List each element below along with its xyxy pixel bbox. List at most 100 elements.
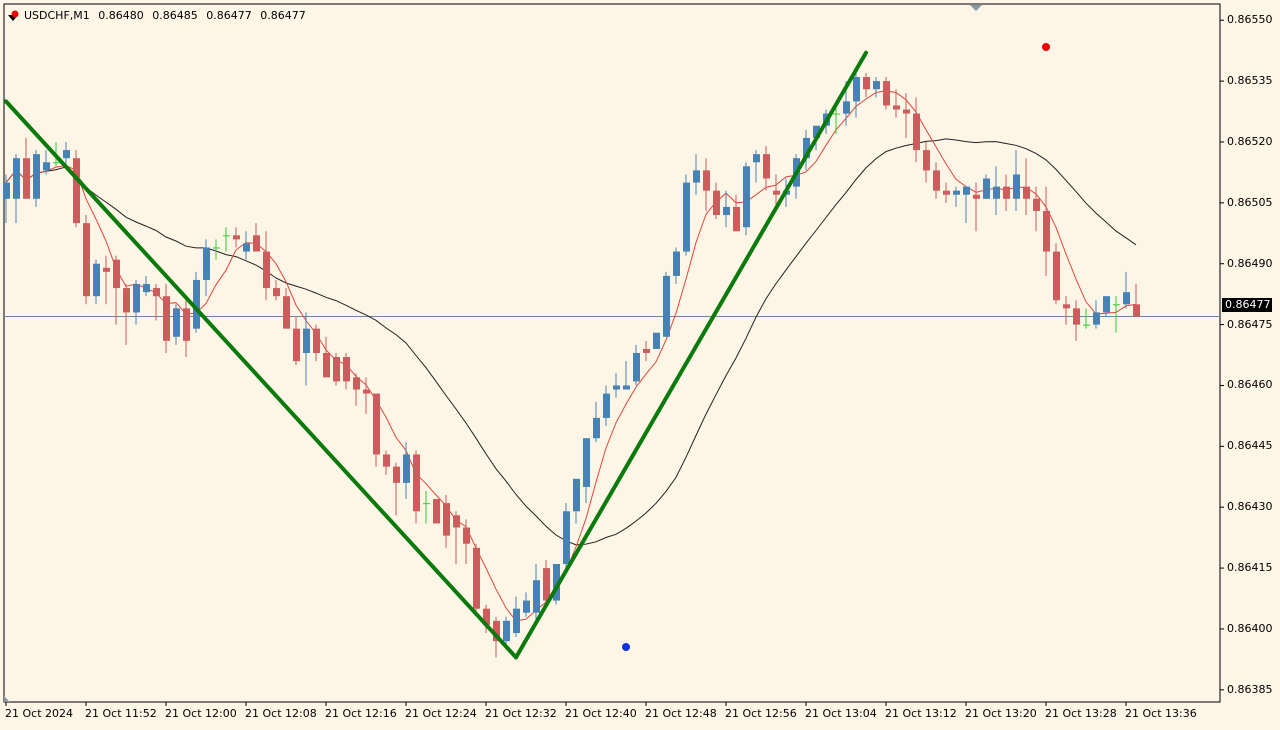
symbol-low: 0.86477 xyxy=(206,9,252,22)
candle-body xyxy=(343,357,350,382)
candle-body xyxy=(213,247,220,249)
candle-body xyxy=(1073,308,1080,325)
time-tick-label: 21 Oct 11:52 xyxy=(85,707,157,720)
time-tick-label: 21 Oct 12:24 xyxy=(405,707,477,720)
candle-body xyxy=(183,308,190,341)
candle-body xyxy=(763,154,770,179)
candle-body xyxy=(653,332,660,349)
candle-body xyxy=(673,251,680,276)
candle-body xyxy=(943,190,950,195)
candle-body xyxy=(123,288,130,313)
candle-body xyxy=(13,158,20,199)
candle-body xyxy=(563,511,570,565)
candle-body xyxy=(323,353,330,378)
candle-body xyxy=(153,288,160,297)
candle-body xyxy=(283,296,290,329)
candle-body xyxy=(253,235,260,252)
candle-body xyxy=(43,162,50,171)
candle-body xyxy=(723,206,730,216)
candle-body xyxy=(33,154,40,199)
record-dot-icon xyxy=(11,10,19,18)
candle-body xyxy=(83,223,90,297)
candle-body xyxy=(383,454,390,467)
candle-body xyxy=(163,296,170,341)
candle-body xyxy=(573,478,580,512)
candle-body xyxy=(683,182,690,252)
fast-moving-average-line xyxy=(5,90,1137,622)
scale-marker-icon xyxy=(4,696,10,702)
candle-body xyxy=(443,503,450,536)
price-tick-label: 0.86400 xyxy=(1227,621,1273,635)
price-tick-label: 0.86385 xyxy=(1227,682,1273,696)
candle-body xyxy=(1023,186,1030,199)
price-tick-label: 0.86445 xyxy=(1227,439,1273,453)
candle-body xyxy=(463,527,470,544)
candle-body xyxy=(373,393,380,455)
candle-body xyxy=(233,235,240,240)
time-tick-label: 21 Oct 12:32 xyxy=(485,707,557,720)
symbol-high: 0.86485 xyxy=(152,9,198,22)
candle-body xyxy=(93,263,100,297)
candle-body xyxy=(643,348,650,353)
symbol-open: 0.86480 xyxy=(98,9,144,22)
time-tick-label: 21 Oct 12:00 xyxy=(165,707,237,720)
candle-body xyxy=(883,81,890,106)
price-tick-label: 0.86460 xyxy=(1227,378,1273,392)
candle-body xyxy=(3,182,10,199)
candle-body xyxy=(913,113,920,151)
candle-body xyxy=(143,284,150,293)
zigzag-trendline xyxy=(4,99,518,660)
chart-canvas[interactable] xyxy=(0,0,1280,730)
candle-body xyxy=(973,194,980,199)
candle-body xyxy=(843,101,850,114)
chart-menu-icon[interactable] xyxy=(7,7,19,21)
candle-body xyxy=(363,389,370,394)
time-tick-label: 21 Oct 12:40 xyxy=(565,707,637,720)
candle-body xyxy=(1103,296,1110,313)
candle-body xyxy=(1113,304,1120,306)
price-tick-label: 0.86535 xyxy=(1227,74,1273,88)
candle-body xyxy=(453,515,460,528)
candle-body xyxy=(273,288,280,297)
time-tick-label: 21 Oct 13:36 xyxy=(1125,707,1197,720)
sell-signal-dot xyxy=(1042,43,1050,51)
candle-body xyxy=(833,113,840,115)
time-tick-label: 21 Oct 13:20 xyxy=(965,707,1037,720)
candle-body xyxy=(413,454,420,512)
candle-body xyxy=(693,170,700,183)
candle-body xyxy=(393,466,400,483)
candle-body xyxy=(983,178,990,199)
candle-body xyxy=(203,247,210,280)
candle-body xyxy=(23,158,30,199)
symbol-close: 0.86477 xyxy=(260,9,306,22)
price-tick-label: 0.86490 xyxy=(1227,256,1273,270)
time-tick-label: 21 Oct 2024 xyxy=(5,707,74,720)
current-price-label: 0.86477 xyxy=(1222,298,1272,312)
candle-body xyxy=(533,580,540,613)
candle-body xyxy=(1043,210,1050,252)
buy-signal-dot xyxy=(622,643,630,651)
candle-body xyxy=(603,393,610,418)
candle-body xyxy=(523,600,530,613)
candle-body xyxy=(593,417,600,439)
candle-body xyxy=(953,190,960,195)
time-tick-label: 21 Oct 13:04 xyxy=(805,707,877,720)
candle-body xyxy=(223,235,230,237)
candle-body xyxy=(63,150,70,159)
candle-body xyxy=(1133,304,1140,317)
chart-shift-marker-icon xyxy=(970,5,982,11)
candle-body xyxy=(53,162,60,164)
candle-body xyxy=(753,154,760,163)
candle-body xyxy=(663,275,670,337)
candle-body xyxy=(173,308,180,337)
candle-body xyxy=(873,81,880,90)
candle-body xyxy=(73,158,80,224)
symbol-header: USDCHF,M1 0.86480 0.86485 0.86477 0.8647… xyxy=(24,9,311,22)
candle-body xyxy=(333,357,340,382)
candle-body xyxy=(103,267,110,272)
candle-body xyxy=(583,438,590,487)
candle-body xyxy=(993,186,1000,199)
candle-body xyxy=(933,170,940,191)
chart-window[interactable]: USDCHF,M1 0.86480 0.86485 0.86477 0.8647… xyxy=(0,0,1280,730)
candle-body xyxy=(113,259,120,289)
